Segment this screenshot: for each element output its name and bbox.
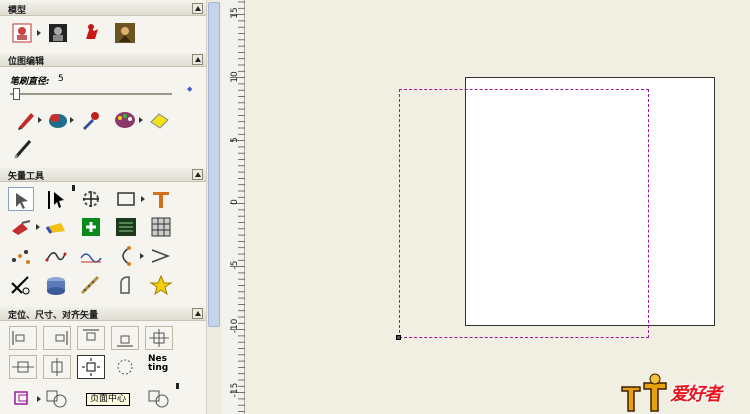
star-tool-icon[interactable] xyxy=(148,273,174,297)
transform-icon[interactable] xyxy=(78,187,104,211)
page-center-button[interactable] xyxy=(77,355,105,379)
model-portrait-icon[interactable] xyxy=(112,21,138,45)
grid-tool-icon[interactable] xyxy=(148,215,174,239)
panel-scrollbar-thumb[interactable] xyxy=(208,2,220,327)
collapse-align-button[interactable] xyxy=(192,308,203,319)
panel-scrollbar[interactable] xyxy=(206,0,220,414)
ruler-label: -10 xyxy=(230,318,240,334)
section-header-vector[interactable]: 矢量工具 xyxy=(0,168,206,182)
node-edit-icon[interactable] xyxy=(43,187,69,211)
color-fill-icon[interactable] xyxy=(146,108,172,132)
flyout-arrow-icon[interactable] xyxy=(140,253,144,259)
group-button[interactable] xyxy=(9,386,37,410)
collapse-bitmap-button[interactable] xyxy=(192,54,203,65)
flyout-arrow-icon[interactable] xyxy=(38,117,42,123)
rectangle-tool-icon[interactable] xyxy=(114,187,140,211)
flyout-corner-icon xyxy=(176,383,179,389)
eyedropper-icon[interactable] xyxy=(77,108,103,132)
flyout-arrow-icon[interactable] xyxy=(37,396,41,402)
nesting-button[interactable]: Nes ting xyxy=(148,355,176,379)
ruler-label: 5 xyxy=(230,137,240,143)
model-figure-icon[interactable] xyxy=(78,21,104,45)
ruler-label: 15 xyxy=(230,7,240,19)
model-relief-icon[interactable] xyxy=(10,21,36,45)
text-tool-icon[interactable] xyxy=(148,187,174,211)
rotate-button[interactable] xyxy=(111,355,139,379)
ruler-label: -15 xyxy=(230,382,240,398)
ruler-label: 0 xyxy=(230,199,240,205)
align-top-button[interactable] xyxy=(77,326,105,350)
collapse-models-button[interactable] xyxy=(192,3,203,14)
align-bottom-button[interactable] xyxy=(111,326,139,350)
brush-diameter-label: 笔刷直径: xyxy=(10,77,50,87)
shape-op-2-button[interactable] xyxy=(145,386,173,410)
palette-icon[interactable] xyxy=(112,108,138,132)
smooth-curve-icon[interactable] xyxy=(43,244,69,268)
section-title-bitmap: 位图编辑 xyxy=(8,57,45,67)
line-pen-icon[interactable] xyxy=(10,136,36,160)
bezier-tool-icon[interactable] xyxy=(113,244,139,268)
section-header-bitmap[interactable]: 位图编辑 xyxy=(0,53,206,67)
flyout-arrow-icon[interactable] xyxy=(141,196,145,202)
nodes-distribute-icon[interactable] xyxy=(8,244,34,268)
flyout-corner-icon xyxy=(72,185,75,191)
brush-diameter-value: 5 xyxy=(58,74,64,84)
vector-paint-icon[interactable] xyxy=(8,215,34,239)
drawing-canvas[interactable] xyxy=(246,0,750,414)
flyout-arrow-icon[interactable] xyxy=(70,117,74,123)
model-bust-icon[interactable] xyxy=(45,21,71,45)
section-header-models[interactable]: 模型 xyxy=(0,2,206,16)
section-header-align[interactable]: 定位、尺寸、对齐矢量 xyxy=(0,307,206,321)
site-logo-text: 爱好者 xyxy=(670,384,722,405)
selected-vector-rectangle[interactable] xyxy=(399,89,649,338)
extrude-icon[interactable] xyxy=(43,273,69,297)
brush-slider-track[interactable] xyxy=(10,93,172,95)
flyout-arrow-icon[interactable] xyxy=(37,30,41,36)
align-left-button[interactable] xyxy=(9,326,37,350)
offset-icon[interactable] xyxy=(113,273,139,297)
selection-handle[interactable] xyxy=(396,335,401,340)
flyout-arrow-icon[interactable] xyxy=(36,224,40,230)
paint-pencil-icon[interactable] xyxy=(14,108,40,132)
section-title-vector: 矢量工具 xyxy=(8,172,45,182)
select-arrow-icon[interactable] xyxy=(8,187,34,211)
blend-tool-icon[interactable] xyxy=(43,215,69,239)
section-title-models: 模型 xyxy=(8,6,27,16)
align-horizontal-button[interactable] xyxy=(9,355,37,379)
shape-op-button[interactable] xyxy=(43,386,71,410)
add-shape-icon[interactable] xyxy=(78,215,104,239)
collapse-vector-button[interactable] xyxy=(192,169,203,180)
wave-curve-icon[interactable] xyxy=(78,244,104,268)
slider-end-icon: ◆ xyxy=(187,85,193,93)
paint-bucket-icon[interactable] xyxy=(45,108,71,132)
measure-icon[interactable] xyxy=(78,273,104,297)
brush-slider-thumb[interactable] xyxy=(13,88,21,100)
ruler-label: -5 xyxy=(230,260,240,270)
angle-tool-icon[interactable] xyxy=(148,244,174,268)
nesting-label: Nes ting xyxy=(148,354,169,373)
text-on-path-icon[interactable] xyxy=(113,215,139,239)
tooltip-text: 页面中心 xyxy=(90,394,127,404)
cut-vector-icon[interactable] xyxy=(8,273,34,297)
align-center-button[interactable] xyxy=(145,326,173,350)
section-title-align: 定位、尺寸、对齐矢量 xyxy=(8,311,99,321)
tooltip: 页面中心 xyxy=(86,393,131,406)
align-right-button[interactable] xyxy=(43,326,71,350)
vertical-ruler: 15 10 5 0 -5 -10 -15 xyxy=(222,0,245,414)
flyout-arrow-icon[interactable] xyxy=(139,117,143,123)
align-vertical-button[interactable] xyxy=(43,355,71,379)
tool-panel: 模型 位图编辑 笔刷直径: 5 ◆ 矢量工具 定位、尺寸、对齐矢量 Nes ti… xyxy=(0,0,206,414)
ruler-label: 10 xyxy=(230,71,240,83)
